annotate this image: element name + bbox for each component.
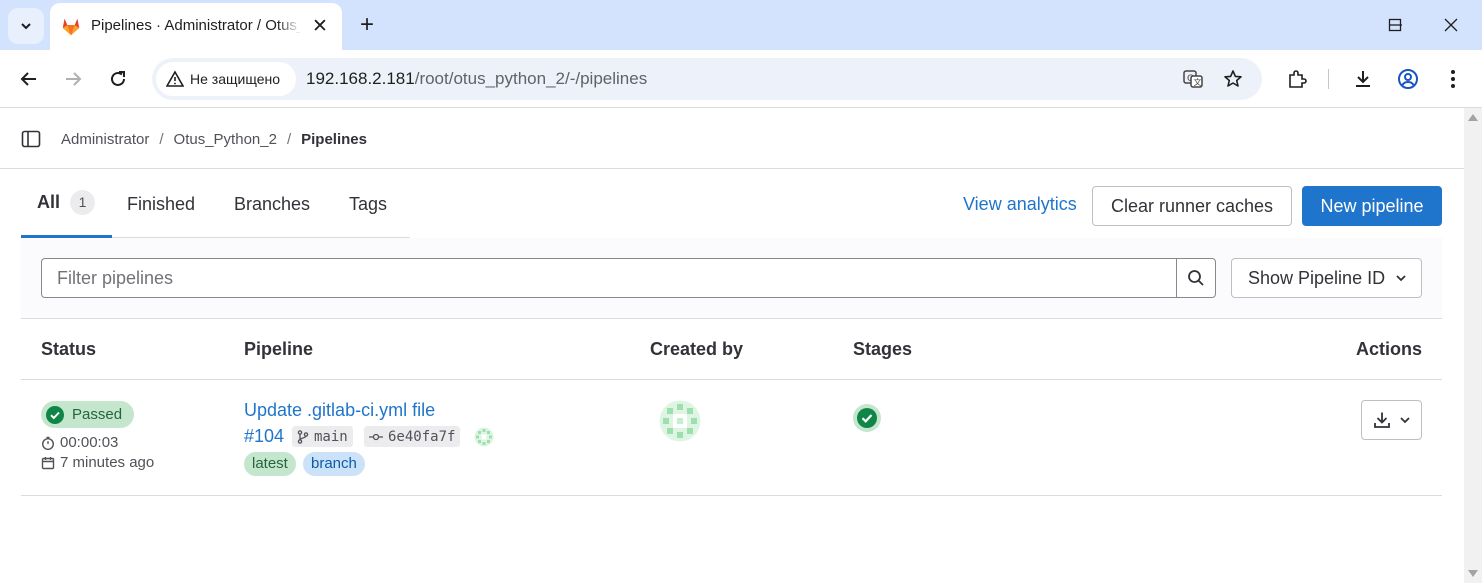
- page-scrollbar[interactable]: [1464, 108, 1482, 583]
- scroll-up-arrow-icon[interactable]: [1468, 114, 1478, 121]
- new-tab-button[interactable]: +: [352, 10, 382, 40]
- tab-finished[interactable]: Finished: [127, 170, 195, 238]
- url-text[interactable]: 192.168.2.181/root/otus_python_2/-/pipel…: [306, 69, 647, 89]
- security-chip[interactable]: Не защищено: [156, 62, 296, 96]
- more-menu-icon[interactable]: [1437, 63, 1469, 95]
- translate-icon[interactable]: G文: [1180, 66, 1206, 92]
- security-label: Не защищено: [190, 71, 280, 87]
- scroll-down-arrow-icon[interactable]: [1468, 570, 1478, 577]
- tab-close-icon[interactable]: ✕: [308, 14, 332, 38]
- maximize-button-icon-wrap[interactable]: [1375, 8, 1415, 42]
- browser-tab-active[interactable]: Pipelines · Administrator / Otus_Python_…: [50, 3, 342, 50]
- pipeline-tabs: All 1 Finished Branches Tags: [21, 170, 410, 238]
- sidebar-toggle-icon[interactable]: [20, 129, 42, 149]
- reload-icon: [111, 71, 125, 86]
- bookmark-star-icon[interactable]: [1220, 66, 1246, 92]
- address-bar[interactable]: Не защищено 192.168.2.181/root/otus_pyth…: [152, 58, 1262, 100]
- table-row: Passed 00:00:03 7 minutes ago Update .gi…: [21, 380, 1442, 496]
- extensions-icon[interactable]: [1281, 63, 1313, 95]
- download-icon: [1373, 412, 1390, 428]
- download-icon[interactable]: [1347, 63, 1379, 95]
- chevron-down-icon: [1399, 417, 1410, 424]
- show-pipeline-id-label: Show Pipeline ID: [1248, 267, 1386, 288]
- new-pipeline-button[interactable]: New pipeline: [1302, 186, 1442, 226]
- arrow-left-icon: [20, 72, 36, 86]
- toolbar-separator: [1328, 69, 1329, 89]
- breadcrumb-separator: /: [159, 131, 164, 148]
- breadcrumb-separator: /: [286, 131, 292, 148]
- back-button[interactable]: [13, 63, 45, 95]
- page-topbar: Administrator / Otus_Python_2 / Pipeline…: [0, 108, 1464, 169]
- browser-toolbar: Не защищено 192.168.2.181/root/otus_pyth…: [0, 50, 1482, 108]
- search-icon: [1188, 270, 1204, 286]
- tab-all-label: All: [37, 192, 61, 212]
- commit-author-avatar[interactable]: [474, 427, 494, 447]
- filter-pipelines-input[interactable]: Filter pipelines: [41, 258, 1177, 298]
- url-path: /root/otus_python_2/-/pipelines: [414, 69, 648, 88]
- pipeline-created-time: 7 minutes ago: [41, 454, 154, 471]
- column-header-actions: Actions: [1355, 339, 1422, 359]
- status-badge[interactable]: Passed: [41, 401, 135, 428]
- tab-all[interactable]: All 1: [21, 170, 112, 238]
- tab-tags[interactable]: Tags: [349, 170, 387, 238]
- clear-runner-caches-button[interactable]: Clear runner caches: [1092, 186, 1292, 226]
- branch-icon: [297, 429, 309, 444]
- branch-name: main: [314, 428, 348, 445]
- commit-sha: 6e40fa7f: [388, 428, 456, 445]
- svg-text:文: 文: [1194, 77, 1202, 87]
- pipeline-commit-title-link[interactable]: Update .gitlab-ci.yml file: [244, 400, 435, 421]
- column-header-status: Status: [41, 339, 97, 359]
- warning-icon: [166, 70, 184, 87]
- status-label: Passed: [72, 406, 123, 423]
- close-window-button[interactable]: [1431, 8, 1471, 42]
- breadcrumb-current[interactable]: Pipelines: [301, 131, 367, 148]
- avatar[interactable]: [659, 400, 701, 442]
- column-header-created-by: Created by: [650, 339, 744, 359]
- commit-icon: [369, 433, 383, 440]
- pipeline-id-link[interactable]: #104: [244, 426, 284, 447]
- url-host: 192.168.2.181: [306, 69, 415, 88]
- reload-button[interactable]: [102, 63, 134, 95]
- filter-bar: Filter pipelines Show Pipeline ID: [21, 238, 1442, 319]
- column-header-pipeline: Pipeline: [244, 339, 314, 359]
- column-header-stages: Stages: [853, 339, 913, 359]
- browser-tab-strip: Pipelines · Administrator / Otus_Python_…: [0, 0, 1482, 50]
- created-ago-text: 7 minutes ago: [60, 454, 155, 471]
- check-circle-icon: [46, 405, 64, 424]
- gitlab-page: Administrator / Otus_Python_2 / Pipeline…: [0, 108, 1464, 583]
- pipeline-duration: 00:00:03: [41, 434, 118, 451]
- gitlab-logo-icon: [62, 18, 80, 36]
- tab-finished-label: Finished: [127, 193, 196, 214]
- check-circle-icon: [857, 408, 877, 428]
- timer-icon: [42, 436, 54, 450]
- show-pipeline-id-dropdown[interactable]: Show Pipeline ID: [1231, 258, 1422, 298]
- profile-icon[interactable]: [1392, 63, 1424, 95]
- duration-text: 00:00:03: [60, 434, 119, 451]
- commit-sha-chip[interactable]: 6e40fa7f: [364, 426, 461, 447]
- chevron-down-icon: [21, 23, 31, 30]
- view-analytics-link[interactable]: View analytics: [963, 194, 1077, 215]
- tab-title: Pipelines · Administrator / Otus_Python_…: [91, 17, 301, 34]
- tab-branches[interactable]: Branches: [234, 170, 310, 238]
- stage-status-icon[interactable]: [853, 404, 881, 432]
- tab-branches-label: Branches: [234, 193, 311, 214]
- tab-count-badge: 1: [70, 190, 96, 215]
- breadcrumb: Administrator / Otus_Python_2 / Pipeline…: [61, 131, 367, 148]
- arrow-right-icon: [66, 72, 82, 86]
- breadcrumb-item-administrator[interactable]: Administrator: [61, 131, 149, 148]
- forward-button[interactable]: [57, 63, 89, 95]
- label-latest[interactable]: latest: [244, 452, 296, 476]
- filter-search-button[interactable]: [1176, 258, 1216, 298]
- tab-tags-label: Tags: [349, 193, 388, 214]
- download-artifacts-dropdown[interactable]: [1361, 400, 1422, 440]
- branch-ref-chip[interactable]: main: [292, 426, 353, 447]
- pipelines-table-header: Status Pipeline Created by Stages Action…: [21, 319, 1442, 380]
- chevron-down-icon: [1396, 275, 1406, 282]
- close-icon: [1444, 18, 1458, 32]
- maximize-icon: [1388, 18, 1402, 32]
- label-branch[interactable]: branch: [303, 452, 365, 476]
- tab-search-button[interactable]: [8, 8, 44, 44]
- breadcrumb-item-project[interactable]: Otus_Python_2: [174, 131, 277, 148]
- calendar-icon: [41, 456, 55, 469]
